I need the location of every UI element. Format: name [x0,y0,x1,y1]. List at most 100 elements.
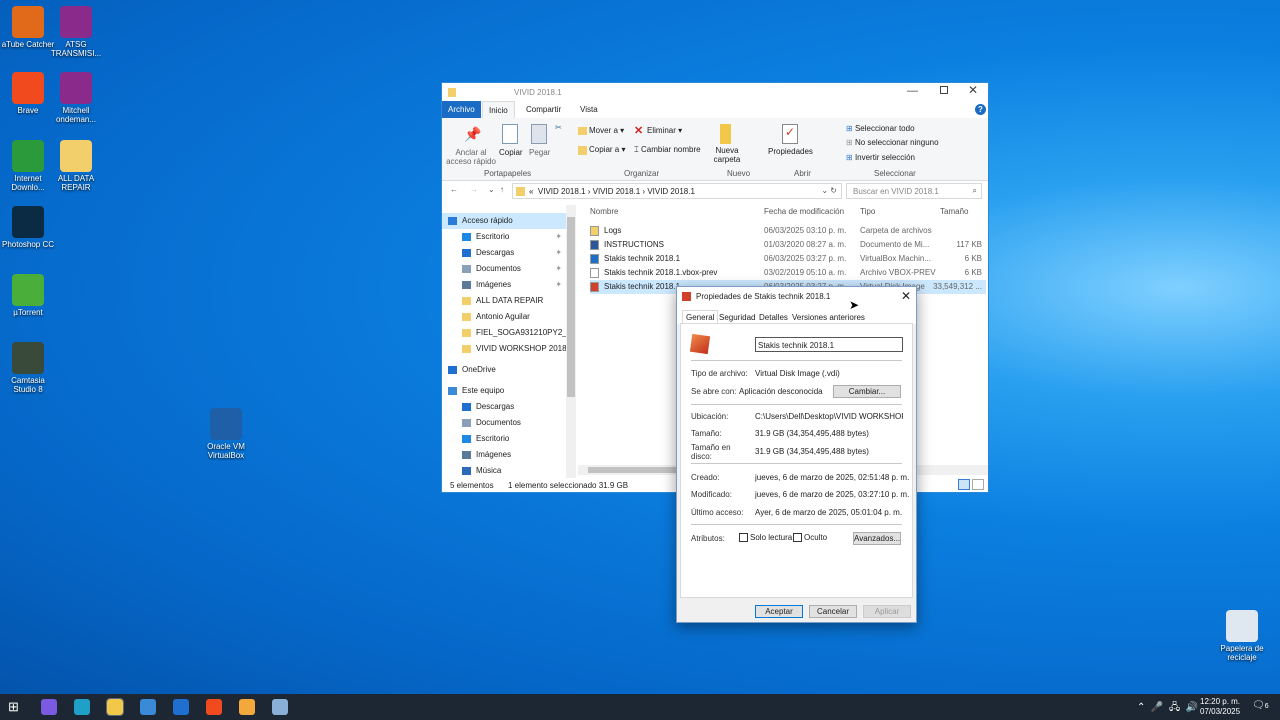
select-all-button[interactable]: ⊞ Seleccionar todo [846,124,915,133]
minimize-button[interactable]: — [907,85,918,97]
windows-start-icon[interactable]: ⊞ [8,699,24,715]
nav-item[interactable]: ALL DATA REPAIR [442,293,566,309]
edge-icon[interactable] [74,699,90,715]
desktop-icon [462,233,471,241]
close-button[interactable]: ✕ [901,289,911,303]
nav-item[interactable]: Documentos ✦ [442,261,566,277]
tab-archivo[interactable]: Archivo [442,101,481,118]
tab-vista[interactable]: Vista [574,101,604,118]
desktop-icon[interactable]: Camtasia Studio 8 [0,342,56,394]
file-date: 06/03/2025 03:10 p. m. [764,226,847,235]
navigation-pane: Acceso rápido Escritorio ✦ Descargas ✦ Docume… [442,213,566,478]
file-row[interactable]: Stakis technik 2018.1 06/03/2025 03:27 p… [590,252,986,266]
desktop-icon[interactable]: ALL DATA REPAIR [48,140,104,192]
tiles-view-button[interactable] [972,479,984,490]
nav-item[interactable]: OneDrive [442,362,566,378]
nav-item[interactable]: Documentos [442,415,566,431]
nav-item[interactable]: Acceso rápido [442,213,566,229]
notifications-button[interactable]: 🗨6 [1252,700,1269,711]
advanced-button[interactable]: Avanzados... [853,532,901,545]
address-bar[interactable]: « VIVID 2018.1 › VIVID 2018.1 › VIVID 20… [512,183,842,199]
column-header-name[interactable]: Nombre [590,207,618,216]
pin-icon: ✦ [555,280,562,289]
file-explorer-icon[interactable] [106,698,124,716]
paste-button[interactable]: Pegar [529,148,550,157]
new-folder-button[interactable]: Nueva carpeta [712,146,742,164]
nav-item[interactable]: FIEL_SOGA931210PY2_20... [442,325,566,341]
desktop-icon[interactable]: ATSG TRANSMISI... [48,6,104,58]
cut-icon[interactable]: ✂ [555,123,562,132]
pin-quick-access-button[interactable]: Anclar al acceso rápido [446,148,496,166]
details-view-button[interactable] [958,479,970,490]
file-row[interactable]: Stakis technik 2018.1.vbox-prev 03/02/20… [590,266,986,280]
copilot-icon[interactable] [41,699,57,715]
outlook-icon[interactable] [173,699,189,715]
refresh-icon[interactable]: ⌄ ↻ [821,186,837,195]
tab-detalles[interactable]: Detalles [759,313,788,322]
ok-button[interactable]: Aceptar [755,605,803,618]
nav-item[interactable]: Música [442,463,566,478]
tab-general[interactable]: General [682,310,719,324]
tab-inicio[interactable]: Inicio [482,101,515,118]
tab-compartir[interactable]: Compartir [520,101,567,118]
nav-item[interactable]: Descargas ✦ [442,245,566,261]
hidden-checkbox[interactable]: Oculto [793,533,827,542]
up-button[interactable]: ↑ [500,185,504,194]
documents-icon [462,419,471,427]
forward-button[interactable]: → [470,185,478,194]
clock[interactable]: 12:20 p. m. 07/03/2025 [1200,697,1240,717]
apply-button[interactable]: Aplicar [863,605,911,618]
copy-to-button[interactable]: Copiar a ▾ [589,145,626,154]
search-input[interactable]: Buscar en VIVID 2018.1 ⌕ [846,183,982,199]
help-icon[interactable]: ? [975,104,986,115]
nav-item[interactable]: Descargas [442,399,566,415]
breadcrumb-overflow[interactable]: « [529,187,533,196]
brave-icon[interactable] [206,699,222,715]
close-button[interactable]: ✕ [968,83,978,97]
nav-item[interactable]: Escritorio ✦ [442,229,566,245]
desktop-icon[interactable]: Photoshop CC [0,206,56,249]
rename-button[interactable]: ⌶ Cambiar nombre [634,145,701,155]
nav-item[interactable]: Este equipo [442,383,566,399]
file-row[interactable]: INSTRUCTIONS 01/03/2020 08:27 a. m. Docu… [590,238,986,252]
copy-button[interactable]: Copiar [499,148,523,157]
invert-selection-button[interactable]: ⊞ Invertir selección [846,153,915,162]
nav-item[interactable]: Antonio Aguilar [442,309,566,325]
store-icon[interactable] [140,699,156,715]
column-header-size[interactable]: Tamaño [940,207,968,216]
desktop-icon[interactable]: Papelera de reciclaje [1214,610,1270,662]
virtualbox-icon[interactable] [272,699,288,715]
delete-button[interactable]: Eliminar ▾ [647,126,682,135]
move-to-button[interactable]: Mover a ▾ [589,126,624,135]
breadcrumb-item[interactable]: VIVID 2018.1 [593,187,641,196]
nav-item[interactable]: Imágenes ✦ [442,277,566,293]
tray-icons[interactable]: ⌃ 🎤 🖧 🔊 [1137,700,1198,717]
cancel-button[interactable]: Cancelar [809,605,857,618]
nav-item-label: Imágenes [476,450,512,459]
winrar-icon [60,6,92,38]
column-header-date[interactable]: Fecha de modificación [764,207,844,216]
nav-item[interactable]: VIVID WORKSHOP 2018.1 [442,341,566,357]
back-button[interactable]: ← [450,185,458,194]
nav-item[interactable]: Escritorio [442,431,566,447]
nav-item[interactable]: Imágenes [442,447,566,463]
media-player-icon[interactable] [239,699,255,715]
change-button[interactable]: Cambiar... [833,385,901,398]
nav-scrollbar[interactable] [566,205,576,478]
file-name-input[interactable]: Stakis technik 2018.1 [755,337,903,352]
copy-to-icon [578,146,587,155]
readonly-checkbox[interactable]: Solo lectura [739,533,792,542]
file-row[interactable]: Logs 06/03/2025 03:10 p. m. Carpeta de a… [590,224,986,238]
recent-dropdown[interactable]: ⌄ [488,185,495,194]
desktop-icon[interactable]: Oracle VM VirtualBox [198,408,254,460]
maximize-button[interactable] [940,86,948,94]
column-header-type[interactable]: Tipo [860,207,875,216]
tab-seguridad[interactable]: Seguridad [719,313,755,322]
desktop-icon[interactable]: µTorrent [0,274,56,317]
tab-versiones-anteriores[interactable]: Versiones anteriores [792,313,865,322]
select-none-button[interactable]: ⊞ No seleccionar ninguno [846,138,939,147]
properties-button[interactable]: Propiedades [768,147,813,156]
breadcrumb-item[interactable]: VIVID 2018.1 [647,187,695,196]
breadcrumb-item[interactable]: VIVID 2018.1 [538,187,586,196]
desktop-icon[interactable]: Mitchell ondeman... [48,72,104,124]
